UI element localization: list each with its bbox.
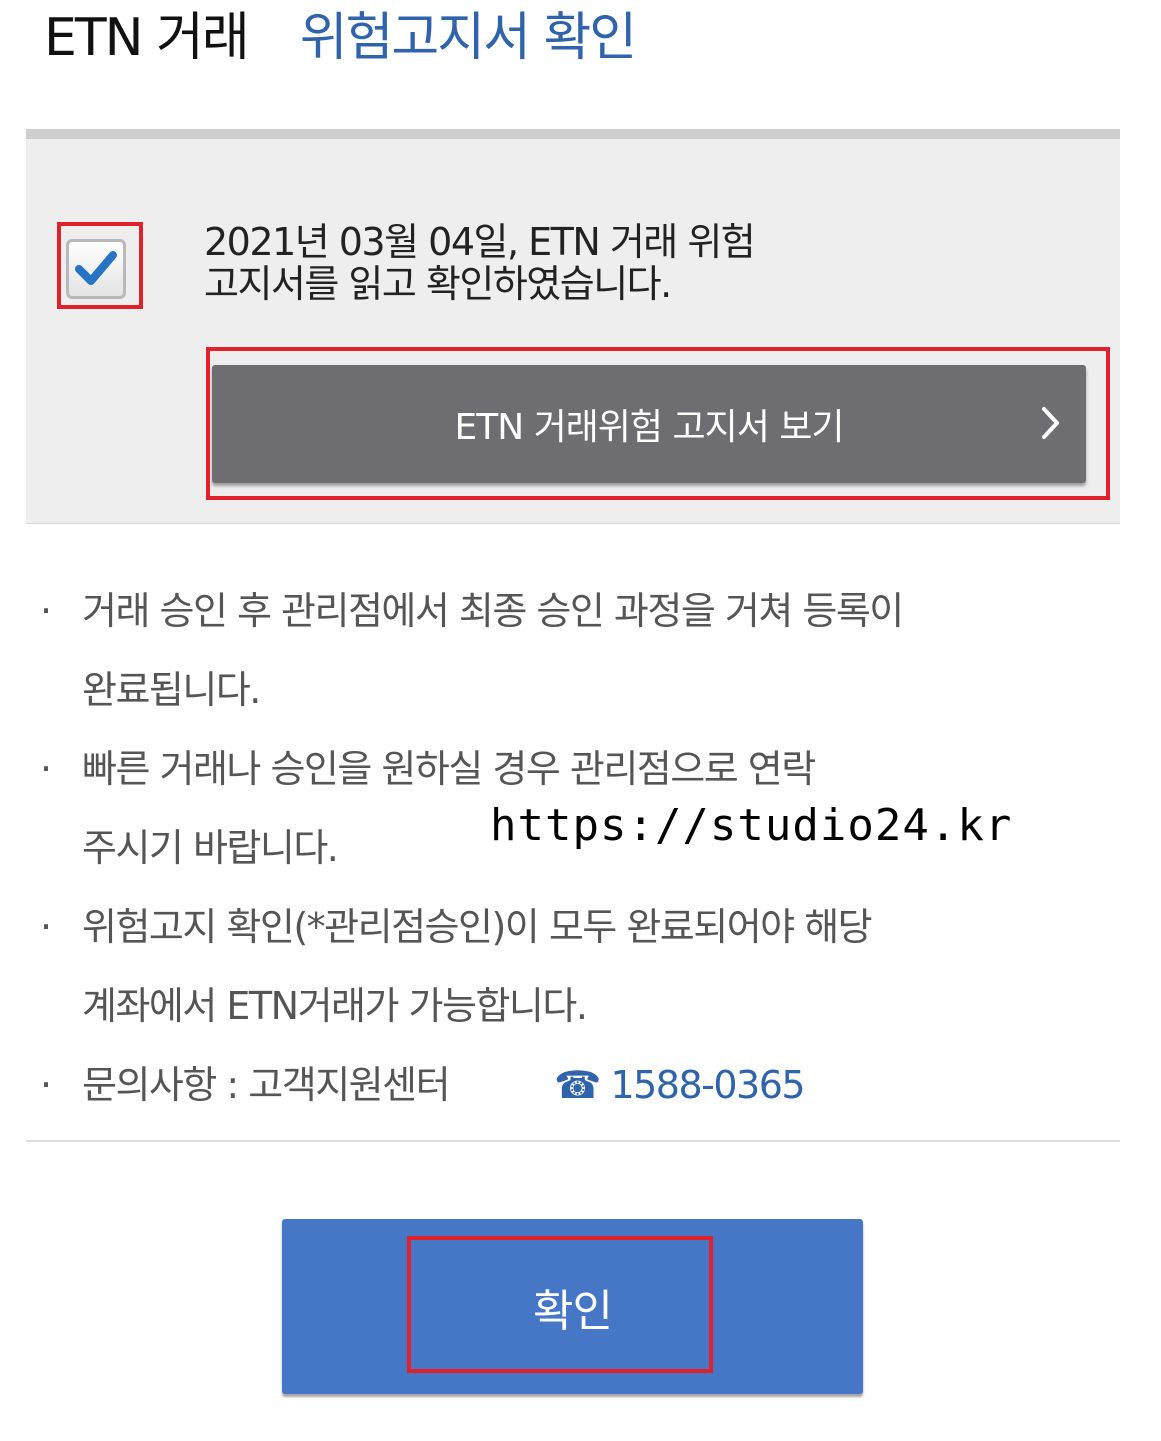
agree-text-line1: 2021년 03월 04일, ETN 거래 위험	[204, 220, 756, 264]
divider	[26, 1140, 1120, 1142]
view-risk-notice-label: ETN 거래위험 고지서 보기	[454, 407, 844, 448]
watermark: https://studio24.kr	[490, 800, 1013, 851]
phone-link[interactable]: ☎ 1588-0365	[554, 1046, 806, 1125]
page-title-sub: 위험고지서 확인	[299, 7, 637, 68]
contact-label: 문의사항 : 고객지원센터	[82, 1063, 451, 1107]
view-risk-notice-button[interactable]: ETN 거래위험 고지서 보기	[212, 365, 1086, 483]
list-item: 위험고지 확인(*관리점승인)이 모두 완료되어야 해당 계좌에서 ETN거래가…	[40, 888, 1120, 1046]
agree-text-line2: 고지서를 읽고 확인하였습니다.	[204, 262, 672, 306]
confirm-label: 확인	[533, 1285, 613, 1337]
list-item: 거래 승인 후 관리점에서 최종 승인 과정을 거쳐 등록이 완료됩니다.	[40, 572, 1120, 730]
checkmark-icon	[75, 251, 117, 285]
chevron-right-icon	[1042, 407, 1059, 439]
contact-item: 문의사항 : 고객지원센터 ☎ 1588-0365	[40, 1046, 1120, 1125]
page-title: ETN 거래 위험고지서 확인	[44, 0, 637, 68]
phone-icon: ☎	[554, 1063, 601, 1107]
agree-text: 2021년 03월 04일, ETN 거래 위험 고지서를 읽고 확인하였습니다…	[204, 221, 844, 305]
agreement-panel: 2021년 03월 04일, ETN 거래 위험 고지서를 읽고 확인하였습니다…	[26, 129, 1120, 524]
agree-checkbox[interactable]	[66, 239, 126, 299]
phone-number: 1588-0365	[610, 1063, 805, 1107]
page-title-main: ETN 거래	[44, 7, 250, 68]
confirm-button[interactable]: 확인	[282, 1219, 863, 1394]
